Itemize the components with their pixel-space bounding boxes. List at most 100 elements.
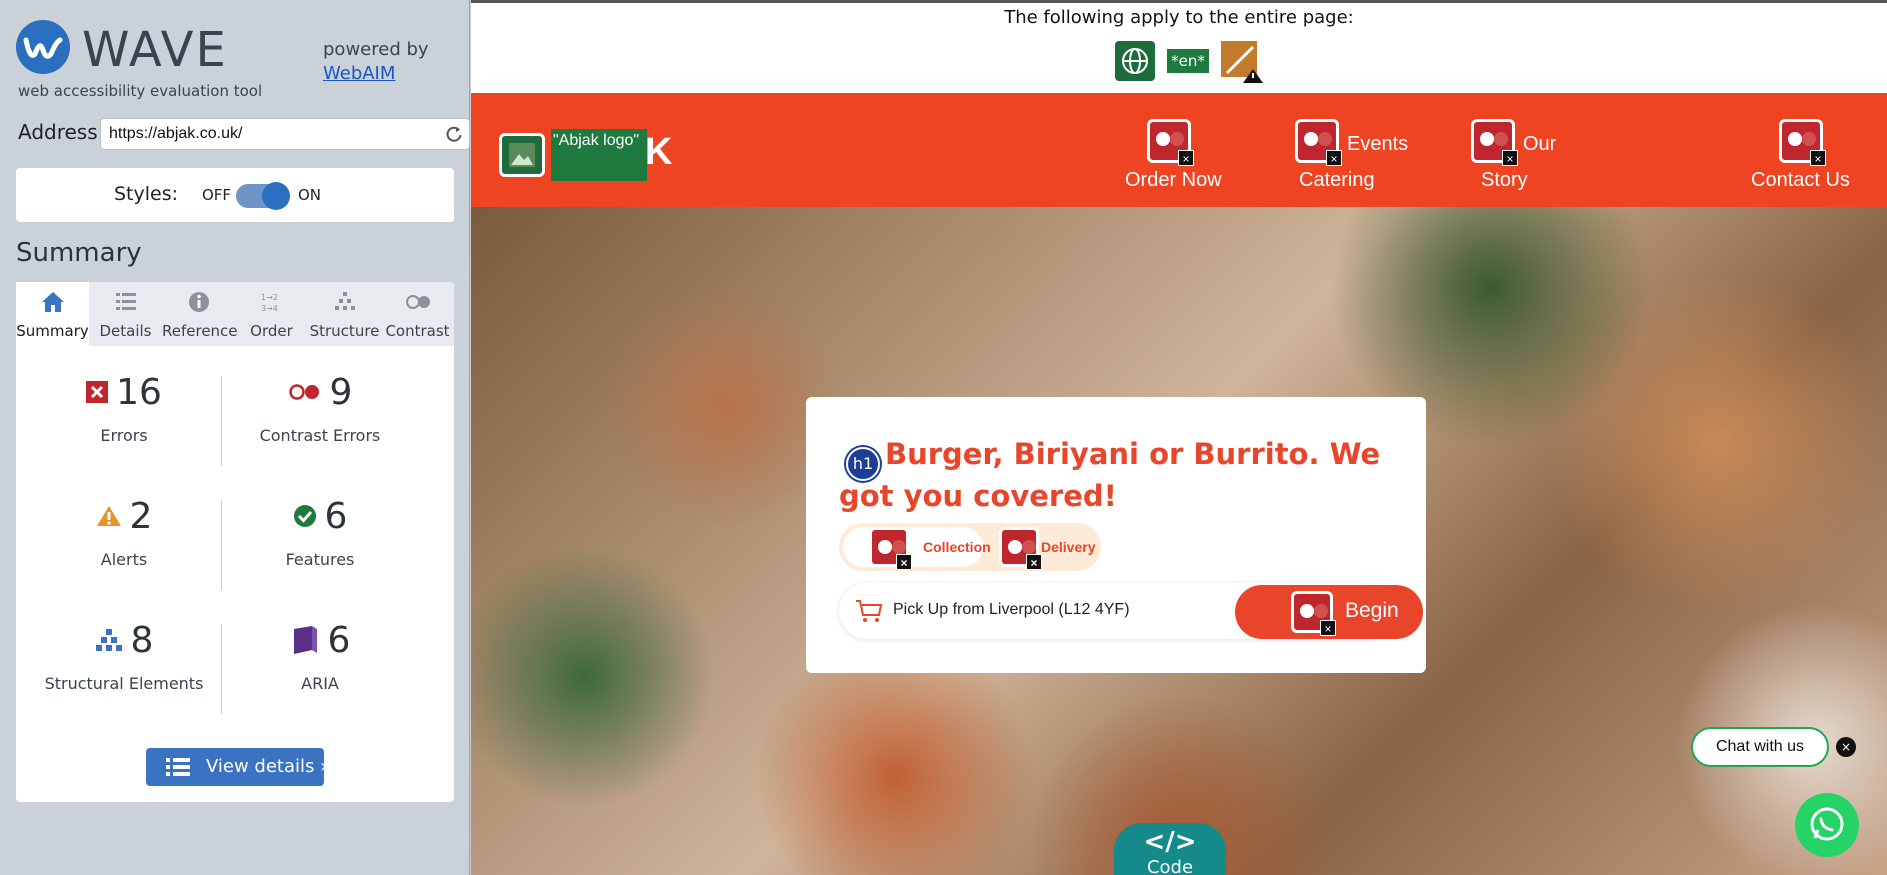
features-count: 6: [324, 495, 348, 537]
language-badge[interactable]: *en*: [1167, 49, 1209, 73]
close-icon: ×: [1810, 150, 1826, 166]
code-panel-toggle[interactable]: </> Code: [1114, 823, 1226, 875]
alerts-count: 2: [129, 495, 153, 537]
list-icon: [166, 758, 190, 776]
structure-icon: [334, 292, 355, 310]
info-icon: [188, 292, 209, 312]
powered-by-text: powered by: [323, 39, 429, 60]
tab-order[interactable]: 1→2 3→4 Order: [235, 282, 308, 346]
styles-off-label: OFF: [202, 186, 232, 204]
tab-contrast[interactable]: Contrast: [381, 282, 454, 346]
logo-alt-text: "Abjak logo": [551, 129, 647, 181]
list-icon: [115, 293, 136, 310]
nav-label: Catering: [1299, 169, 1375, 191]
order-icon: 1→23→4: [261, 293, 278, 313]
delivery-option[interactable]: × Delivery: [987, 527, 1097, 570]
code-label: Code: [1146, 857, 1194, 875]
globe-icon[interactable]: [1115, 41, 1155, 81]
tab-label: Reference: [162, 322, 238, 340]
nav-label: Story: [1481, 169, 1528, 191]
styles-on-label: ON: [298, 186, 322, 204]
errors-stat: 16 Errors: [26, 362, 222, 462]
stat-divider: [221, 624, 222, 714]
error-marker-icon: ×: [1147, 119, 1194, 166]
alerts-label: Alerts: [100, 550, 148, 569]
tab-reference[interactable]: Reference: [162, 282, 238, 346]
styles-toggle-box: Styles: OFF ON: [16, 168, 454, 222]
wave-title: WAVE: [82, 22, 228, 78]
whatsapp-icon[interactable]: [1795, 793, 1859, 857]
structure-element-icon: [95, 629, 122, 651]
close-icon: ×: [1026, 554, 1042, 570]
styles-label: Styles:: [114, 183, 179, 205]
contrast-error-icon: [288, 384, 319, 400]
collection-label: Collection: [923, 539, 991, 555]
tab-label: Details: [99, 322, 152, 340]
view-details-button[interactable]: View details ›: [146, 748, 327, 786]
stat-divider: [221, 500, 222, 590]
error-marker-icon: ×: [1471, 119, 1518, 166]
delivery-label: Delivery: [1041, 539, 1096, 555]
home-icon: [41, 292, 64, 312]
structural-count: 8: [130, 619, 154, 661]
reload-icon[interactable]: [444, 124, 464, 144]
structural-stat: 8 Structural Elements: [26, 610, 222, 710]
errors-label: Errors: [100, 426, 148, 445]
page-alert-icon[interactable]: [1219, 39, 1265, 85]
alert-icon: [96, 506, 121, 526]
nav-label-top: Our: [1523, 133, 1557, 155]
contrast-stat: 9 Contrast Errors: [222, 362, 418, 462]
features-label: Features: [285, 550, 355, 569]
pickup-location: Pick Up from Liverpool (L12 4YF): [893, 601, 1130, 618]
tab-label: Order: [250, 322, 293, 340]
order-card: h1 Burger, Biriyani or Burrito. We got y…: [806, 397, 1426, 673]
address-label: Address:: [18, 120, 105, 144]
begin-button[interactable]: × Begin: [1235, 585, 1423, 639]
site-logo[interactable]: K: [645, 131, 672, 174]
contrast-icon: [405, 295, 430, 309]
svg-text:1→2: 1→2: [261, 293, 278, 302]
tab-structure[interactable]: Structure: [308, 282, 381, 346]
collection-option[interactable]: × Collection: [843, 527, 991, 570]
image-icon[interactable]: [499, 133, 545, 177]
close-icon: ×: [1502, 150, 1518, 166]
summary-panel: Summary Details Reference 1→2 3→4 Order S…: [16, 282, 454, 802]
tab-details[interactable]: Details: [89, 282, 162, 346]
errors-count: 16: [116, 371, 162, 413]
webaim-link[interactable]: WebAIM: [323, 62, 429, 86]
error-icon: [86, 381, 109, 403]
contrast-count: 9: [329, 371, 353, 413]
aria-stat: 6 ARIA: [222, 610, 418, 710]
tab-label: Structure: [309, 322, 380, 340]
wave-logo-icon: [16, 20, 70, 74]
structural-label: Structural Elements: [44, 674, 204, 693]
chat-close-icon[interactable]: ×: [1836, 737, 1856, 757]
pickup-bar: Pick Up from Liverpool (L12 4YF) × Begin: [839, 583, 1423, 639]
alerts-stat: 2 Alerts: [26, 486, 222, 586]
nav-label: Contact Us: [1751, 169, 1850, 191]
page-preview: The following apply to the entire page: …: [471, 0, 1887, 875]
address-input[interactable]: [100, 118, 470, 150]
styles-toggle[interactable]: [236, 182, 290, 210]
tab-label: Contrast: [385, 322, 450, 340]
error-marker-icon: ×: [1779, 119, 1826, 166]
chat-with-us-button[interactable]: Chat with us: [1691, 727, 1829, 767]
close-icon: ×: [1320, 620, 1336, 636]
order-type-toggle: × Collection × Delivery: [839, 523, 1101, 571]
features-stat: 6 Features: [222, 486, 418, 586]
stat-divider: [221, 376, 222, 466]
tab-summary[interactable]: Summary: [16, 282, 89, 346]
toggle-knob: [262, 182, 290, 210]
wave-sidebar: WAVE web accessibility evaluation tool p…: [0, 0, 470, 875]
site-header: "Abjak logo" K × Order Now × Events Cate…: [471, 93, 1887, 207]
aria-icon: [293, 626, 317, 654]
begin-label: Begin: [1345, 599, 1399, 622]
error-marker-icon: ×: [999, 527, 1042, 570]
contrast-label: Contrast Errors: [259, 426, 381, 445]
feature-icon: [293, 505, 316, 527]
aria-count: 6: [327, 619, 351, 661]
hero-food-image: h1 Burger, Biriyani or Burrito. We got y…: [471, 207, 1887, 875]
error-marker-icon: ×: [869, 527, 912, 570]
close-icon: ×: [896, 554, 912, 570]
summary-heading: Summary: [16, 238, 142, 268]
